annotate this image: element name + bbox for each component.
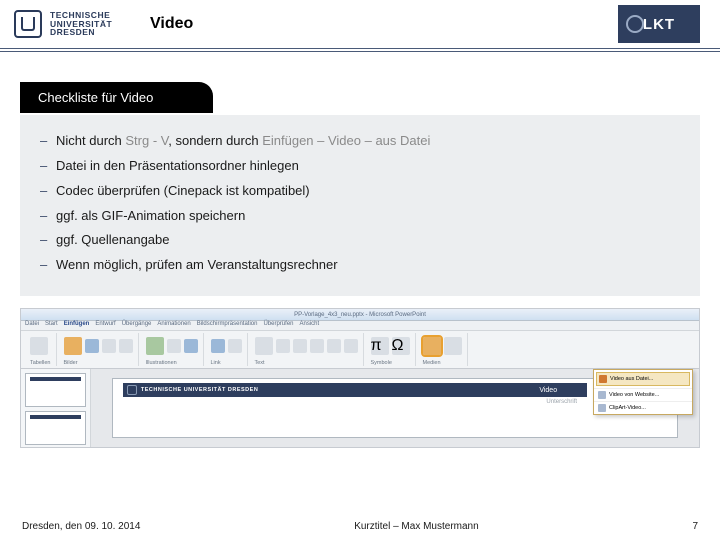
ppt-tab: Start <box>45 321 58 330</box>
checklist-title: Checkliste für Video <box>20 82 213 113</box>
film-icon <box>599 375 607 383</box>
ribbon-group: Tabellen <box>25 333 57 366</box>
checklist-item: ggf. als GIF-Animation speichern <box>38 204 682 229</box>
web-icon <box>598 391 606 399</box>
tud-line3: DRESDEN <box>50 28 112 37</box>
page-number: 7 <box>692 521 698 532</box>
ribbon-group: Illustrationen <box>141 333 204 366</box>
ribbon-group: Bilder <box>59 333 139 366</box>
slide-tud-text: TECHNISCHE UNIVERSITÄT DRESDEN <box>141 387 258 393</box>
chk0-mut1: Strg - V <box>125 133 168 148</box>
ribgrp-label: Medien <box>423 361 462 367</box>
chk0-pre: Nicht durch <box>56 133 125 148</box>
ppt-tab: Übergänge <box>122 321 152 330</box>
ribgrp-label: Tabellen <box>30 361 51 367</box>
ribgrp-label: Bilder <box>64 361 133 367</box>
chk0-mut2: Einfügen – Video – aus Datei <box>262 133 430 148</box>
lkt-text: LKT <box>643 16 675 33</box>
tud-logo: TECHNISCHE UNIVERSITÄT DRESDEN <box>0 10 140 38</box>
audio-icon <box>444 337 462 355</box>
popup-row-label: ClipArt-Video... <box>609 405 646 411</box>
popup-row: ClipArt-Video... <box>594 401 692 414</box>
screenshot-icon <box>102 339 116 353</box>
content-area: Checkliste für Video Nicht durch Strg - … <box>0 52 720 448</box>
thumbnail <box>25 411 86 445</box>
popup-highlight-label: Video aus Datei... <box>610 376 653 382</box>
popup-row: Video von Website... <box>594 388 692 401</box>
album-icon <box>119 339 133 353</box>
ribbon-group: πΩ Symbole <box>366 333 416 366</box>
action-icon <box>228 339 242 353</box>
tud-logo-text: TECHNISCHE UNIVERSITÄT DRESDEN <box>50 11 112 37</box>
header-footer-icon <box>276 339 290 353</box>
video-dropdown-popup: Video aus Datei... Video von Website... … <box>593 369 693 415</box>
clipart-icon <box>85 339 99 353</box>
ppt-workspace: TECHNISCHE UNIVERSITÄT DRESDEN Video Unt… <box>21 369 699 447</box>
ppt-ribbon: Tabellen Bilder Illustrationen Link Text… <box>21 331 699 369</box>
footer-title: Kurztitel – Max Mustermann <box>354 521 479 532</box>
ppt-tab: Datei <box>25 321 39 330</box>
slide-subtitle: Unterschrift <box>546 399 577 405</box>
equation-icon: π <box>371 337 389 355</box>
symbol-icon: Ω <box>392 337 410 355</box>
slide-canvas: TECHNISCHE UNIVERSITÄT DRESDEN Video Unt… <box>91 369 699 447</box>
link-icon <box>211 339 225 353</box>
checklist-item: Wenn möglich, prüfen am Veranstaltungsre… <box>38 253 682 278</box>
textbox-icon <box>255 337 273 355</box>
object-icon <box>344 339 358 353</box>
tud-logo-mark <box>14 10 42 38</box>
slide-tud-mark <box>127 385 137 395</box>
lkt-logo: LKT <box>618 5 700 43</box>
checklist-item: Nicht durch Strg - V, sondern durch Einf… <box>38 129 682 154</box>
slide-header: TECHNISCHE UNIVERSITÄT DRESDEN Video LKT <box>0 0 720 52</box>
checklist-box: Nicht durch Strg - V, sondern durch Einf… <box>20 115 700 296</box>
slide-title: Video <box>539 387 557 394</box>
checklist-item: Codec überprüfen (Cinepack ist kompatibe… <box>38 179 682 204</box>
wordart-icon <box>293 339 307 353</box>
number-icon <box>327 339 341 353</box>
ribbon-group: Link <box>206 333 248 366</box>
popup-row-label: Video von Website... <box>609 392 659 398</box>
chk0-mid: , sondern durch <box>168 133 262 148</box>
chart-icon <box>184 339 198 353</box>
ppt-tab: Überprüfen <box>263 321 293 330</box>
picture-icon <box>64 337 82 355</box>
slide-thumbnails <box>21 369 91 447</box>
popup-highlight: Video aus Datei... <box>596 372 690 386</box>
checklist-item: ggf. Quellenangabe <box>38 228 682 253</box>
thumbnail <box>25 373 86 407</box>
ribbon-group: Medien <box>418 333 468 366</box>
slide-header-bar: TECHNISCHE UNIVERSITÄT DRESDEN Video <box>123 383 587 397</box>
ribgrp-label: Text <box>255 361 358 367</box>
ppt-ribbon-tabs: Datei Start Einfügen Entwurf Übergänge A… <box>21 321 699 331</box>
ppt-tab: Ansicht <box>300 321 320 330</box>
powerpoint-screenshot: PP-Vorlage_4x3_neu.pptx - Microsoft Powe… <box>20 308 700 448</box>
ppt-tab: Entwurf <box>95 321 115 330</box>
ppt-tab: Bildschirmpräsentation <box>197 321 258 330</box>
shapes-icon <box>146 337 164 355</box>
ppt-titlebar: PP-Vorlage_4x3_neu.pptx - Microsoft Powe… <box>21 309 699 321</box>
smartart-icon <box>167 339 181 353</box>
checklist-item: Datei in den Präsentationsordner hinlege… <box>38 154 682 179</box>
page-title: Video <box>140 15 618 33</box>
slide-footer: Dresden, den 09. 10. 2014 Kurztitel – Ma… <box>22 521 698 532</box>
ribgrp-label: Link <box>211 361 242 367</box>
ppt-tab: Einfügen <box>64 321 90 330</box>
footer-date: Dresden, den 09. 10. 2014 <box>22 521 140 532</box>
ribgrp-label: Illustrationen <box>146 361 198 367</box>
table-icon <box>30 337 48 355</box>
ppt-tab: Animationen <box>157 321 190 330</box>
date-icon <box>310 339 324 353</box>
ribgrp-label: Symbole <box>371 361 410 367</box>
clipart-video-icon <box>598 404 606 412</box>
ribbon-group: Text <box>250 333 364 366</box>
video-icon <box>423 337 441 355</box>
